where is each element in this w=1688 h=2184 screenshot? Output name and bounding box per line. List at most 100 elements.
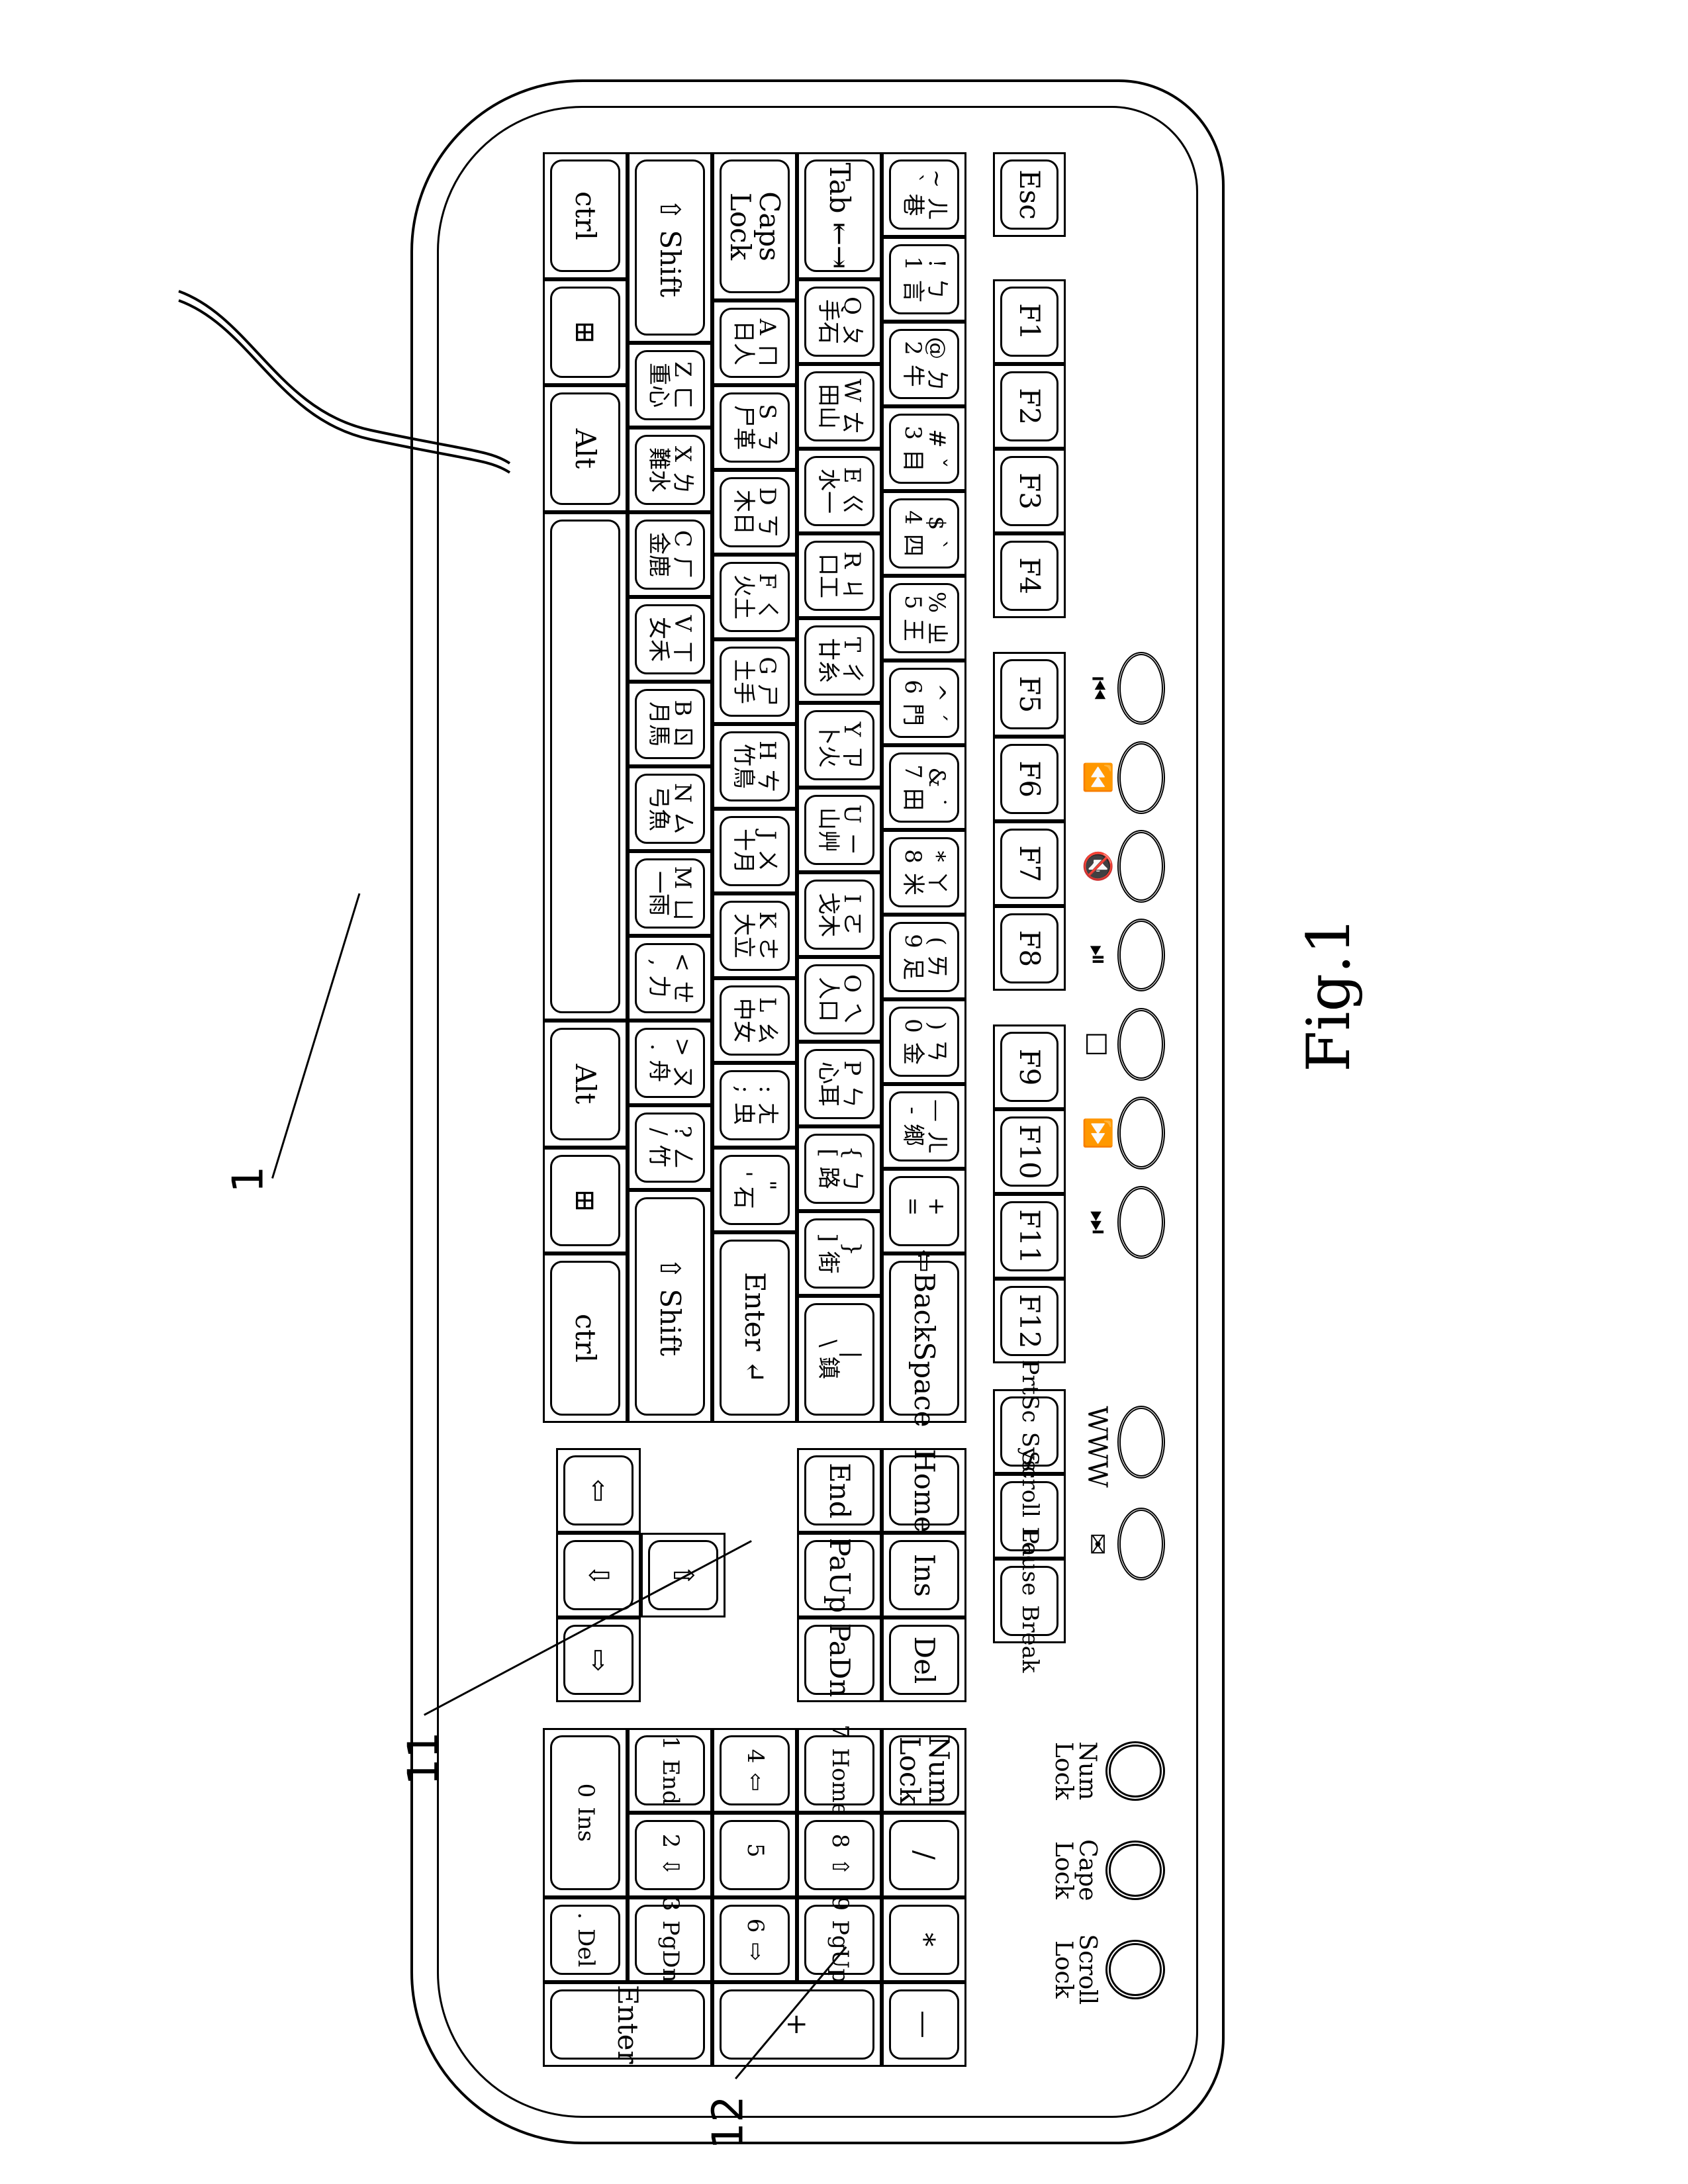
key-number-row[interactable]: ~ ㄦ ` 巷 [882, 152, 966, 237]
arrow-left-key[interactable]: ⇦ [556, 1448, 641, 1533]
key-home-row[interactable]: G ㄕ土手 [712, 639, 797, 724]
key-number-row[interactable]: * ㄚ 8 米 [882, 830, 966, 915]
numpad-key[interactable]: * [882, 1897, 966, 1982]
key-home-row[interactable]: J ㄨ十月 [712, 809, 797, 893]
previous-track-button[interactable] [1117, 652, 1165, 725]
key-shift-row[interactable]: ? ㄥ / 竹 [628, 1105, 712, 1190]
key-shift-row[interactable]: V ㄒ女禾 [628, 597, 712, 682]
key-shift-row[interactable]: X ㄌ難水 [628, 428, 712, 512]
numpad-key[interactable]: — [882, 1981, 966, 2067]
key-number-row[interactable]: # ˇ 3 目 [882, 406, 966, 491]
key-number-row[interactable]: ^ ˊ 6 門 [882, 660, 966, 745]
numpad-key[interactable]: 6 ⇨ [712, 1897, 797, 1982]
mute-button[interactable] [1117, 830, 1165, 903]
numpad-key[interactable]: 2 ⇩ [628, 1812, 712, 1897]
key-home-row[interactable]: H ㄘ竹鳥 [712, 724, 797, 809]
numpad-key[interactable]: + [712, 1981, 882, 2067]
key-qwerty-row[interactable]: }] 街 [797, 1211, 882, 1296]
key-number-row[interactable]: % ㄓ 5 王 [882, 576, 966, 660]
numpad-key[interactable]: 1 End [628, 1727, 712, 1813]
mail-button[interactable] [1117, 1508, 1165, 1580]
key-f5[interactable]: F5 [993, 652, 1066, 737]
key-bottom-row[interactable]: ⊞ [543, 1148, 628, 1253]
key-f7[interactable]: F7 [993, 821, 1066, 907]
key-home-row[interactable]: S ㄋ尸革 [712, 385, 797, 470]
key-home-row[interactable]: F ㄑ火土 [712, 555, 797, 639]
key-f3[interactable]: F3 [993, 449, 1066, 533]
stop-button[interactable] [1117, 1007, 1165, 1081]
numpad-key[interactable]: 8 ⇧ [797, 1812, 882, 1897]
key-shift-row[interactable]: Z ㄈ重心 [628, 343, 712, 428]
numpad-key[interactable]: 5 [712, 1812, 797, 1897]
key-shift-row[interactable]: > ㄡ. 舟 [628, 1021, 712, 1105]
key-home-row[interactable]: " ' 石 [712, 1148, 797, 1232]
key-qwerty-row[interactable]: O ㄟ人口 [797, 957, 882, 1042]
numpad-key[interactable]: 0 Ins [543, 1727, 628, 1897]
key-shift-row[interactable]: N ㄙ弓魚 [628, 766, 712, 851]
key-home-row[interactable]: A ㄇ日人 [712, 300, 797, 385]
key-shift-row[interactable]: ⇧ Shift [628, 152, 712, 343]
key-shift-row[interactable]: C ㄏ金鹿 [628, 512, 712, 597]
rewind-button[interactable] [1117, 741, 1165, 814]
key-number-row[interactable]: @ ㄉ 2 牛 [882, 322, 966, 406]
key-qwerty-row[interactable]: {ㄅ [路 [797, 1126, 882, 1211]
key-home-row[interactable]: D ㄎ木日 [712, 470, 797, 555]
numpad-key[interactable]: 3 PgDn [628, 1897, 712, 1983]
key-bottom-row[interactable]: ctrl [543, 1253, 628, 1423]
key-number-row[interactable]: & ˙ 7 田 [882, 745, 966, 830]
key-number-row[interactable]: ⇦BackSpace [882, 1249, 966, 1428]
numpad-key[interactable]: Enter [543, 1981, 712, 2067]
next-track-button[interactable] [1117, 1185, 1165, 1259]
key-home-row[interactable]: K ㄜ大立 [712, 893, 797, 978]
key-f6[interactable]: F6 [993, 737, 1066, 822]
key-pause[interactable]: Pause Break [993, 1529, 1066, 1672]
key-qwerty-row[interactable]: U ㄧ山艸 [797, 788, 882, 872]
key-qwerty-row[interactable]: R ㄐ口工 [797, 533, 882, 618]
key-ins[interactable]: Ins [882, 1533, 966, 1618]
key-qwerty-row[interactable]: Q ㄆ手石 [797, 279, 882, 364]
arrow-right-key[interactable]: ⇨ [556, 1617, 641, 1703]
key-f10[interactable]: F10 [993, 1109, 1066, 1195]
key-f11[interactable]: F11 [993, 1194, 1066, 1279]
key-f1[interactable]: F1 [993, 279, 1066, 364]
key-number-row[interactable]: ! ㄅ 1 言 [882, 237, 966, 322]
play-pause-button[interactable] [1117, 919, 1165, 992]
key-number-row[interactable]: (ㄞ 9 足 [882, 915, 966, 999]
key-qwerty-row[interactable]: | \ 鎮 [797, 1296, 882, 1423]
www-button[interactable] [1117, 1406, 1165, 1479]
key-home-row[interactable]: L ㄠ中女 [712, 978, 797, 1063]
key-qwerty-row[interactable]: E ㄍ水一 [797, 449, 882, 533]
key-f12[interactable]: F12 [993, 1279, 1066, 1364]
key-paup[interactable]: PaUp [797, 1533, 882, 1618]
key-bottom-row[interactable]: ⊞ [543, 279, 628, 385]
key-home-row[interactable]: Caps Lock [712, 152, 797, 300]
key-number-row[interactable]: ) ㄢ 0 金 [882, 999, 966, 1084]
key-number-row[interactable]: + = [882, 1169, 966, 1253]
key-bottom-row[interactable]: Alt [543, 385, 628, 512]
key-spacebar[interactable] [543, 512, 628, 1021]
key-qwerty-row[interactable]: Tab ⇤⇥ [797, 152, 882, 279]
key-shift-row[interactable]: B ㄖ月馬 [628, 682, 712, 766]
key-f9[interactable]: F9 [993, 1024, 1066, 1110]
key-padn[interactable]: PaDn [797, 1617, 882, 1703]
key-end[interactable]: End [797, 1448, 882, 1533]
key-number-row[interactable]: — ㄦ - 鄉 [882, 1084, 966, 1169]
key-f8[interactable]: F8 [993, 906, 1066, 991]
key-shift-row[interactable]: ⇧ Shift [628, 1190, 712, 1423]
key-home-row[interactable]: : ㄤ; 虫 [712, 1063, 797, 1148]
key-qwerty-row[interactable]: Y ㄗ卜火 [797, 703, 882, 788]
key-qwerty-row[interactable]: T ㄔ廿糸 [797, 618, 882, 703]
numpad-key[interactable]: 4 ⇦ [712, 1727, 797, 1813]
numpad-key[interactable]: / [882, 1812, 966, 1897]
key-del[interactable]: Del [882, 1617, 966, 1703]
key-qwerty-row[interactable]: W ㄊ田山 [797, 364, 882, 449]
key-shift-row[interactable]: < ㄝ, 力 [628, 936, 712, 1021]
key-bottom-row[interactable]: Alt [543, 1021, 628, 1148]
key-f4[interactable]: F4 [993, 533, 1066, 618]
key-number-row[interactable]: $ ˋ 4 四 [882, 491, 966, 576]
key-qwerty-row[interactable]: I ㄛ戈木 [797, 872, 882, 957]
key-esc[interactable]: Esc [993, 152, 1066, 237]
fast-forward-button[interactable] [1117, 1097, 1165, 1170]
key-home-row[interactable]: Enter ↵ [712, 1232, 797, 1423]
numpad-key[interactable]: Num Lock [882, 1727, 966, 1813]
